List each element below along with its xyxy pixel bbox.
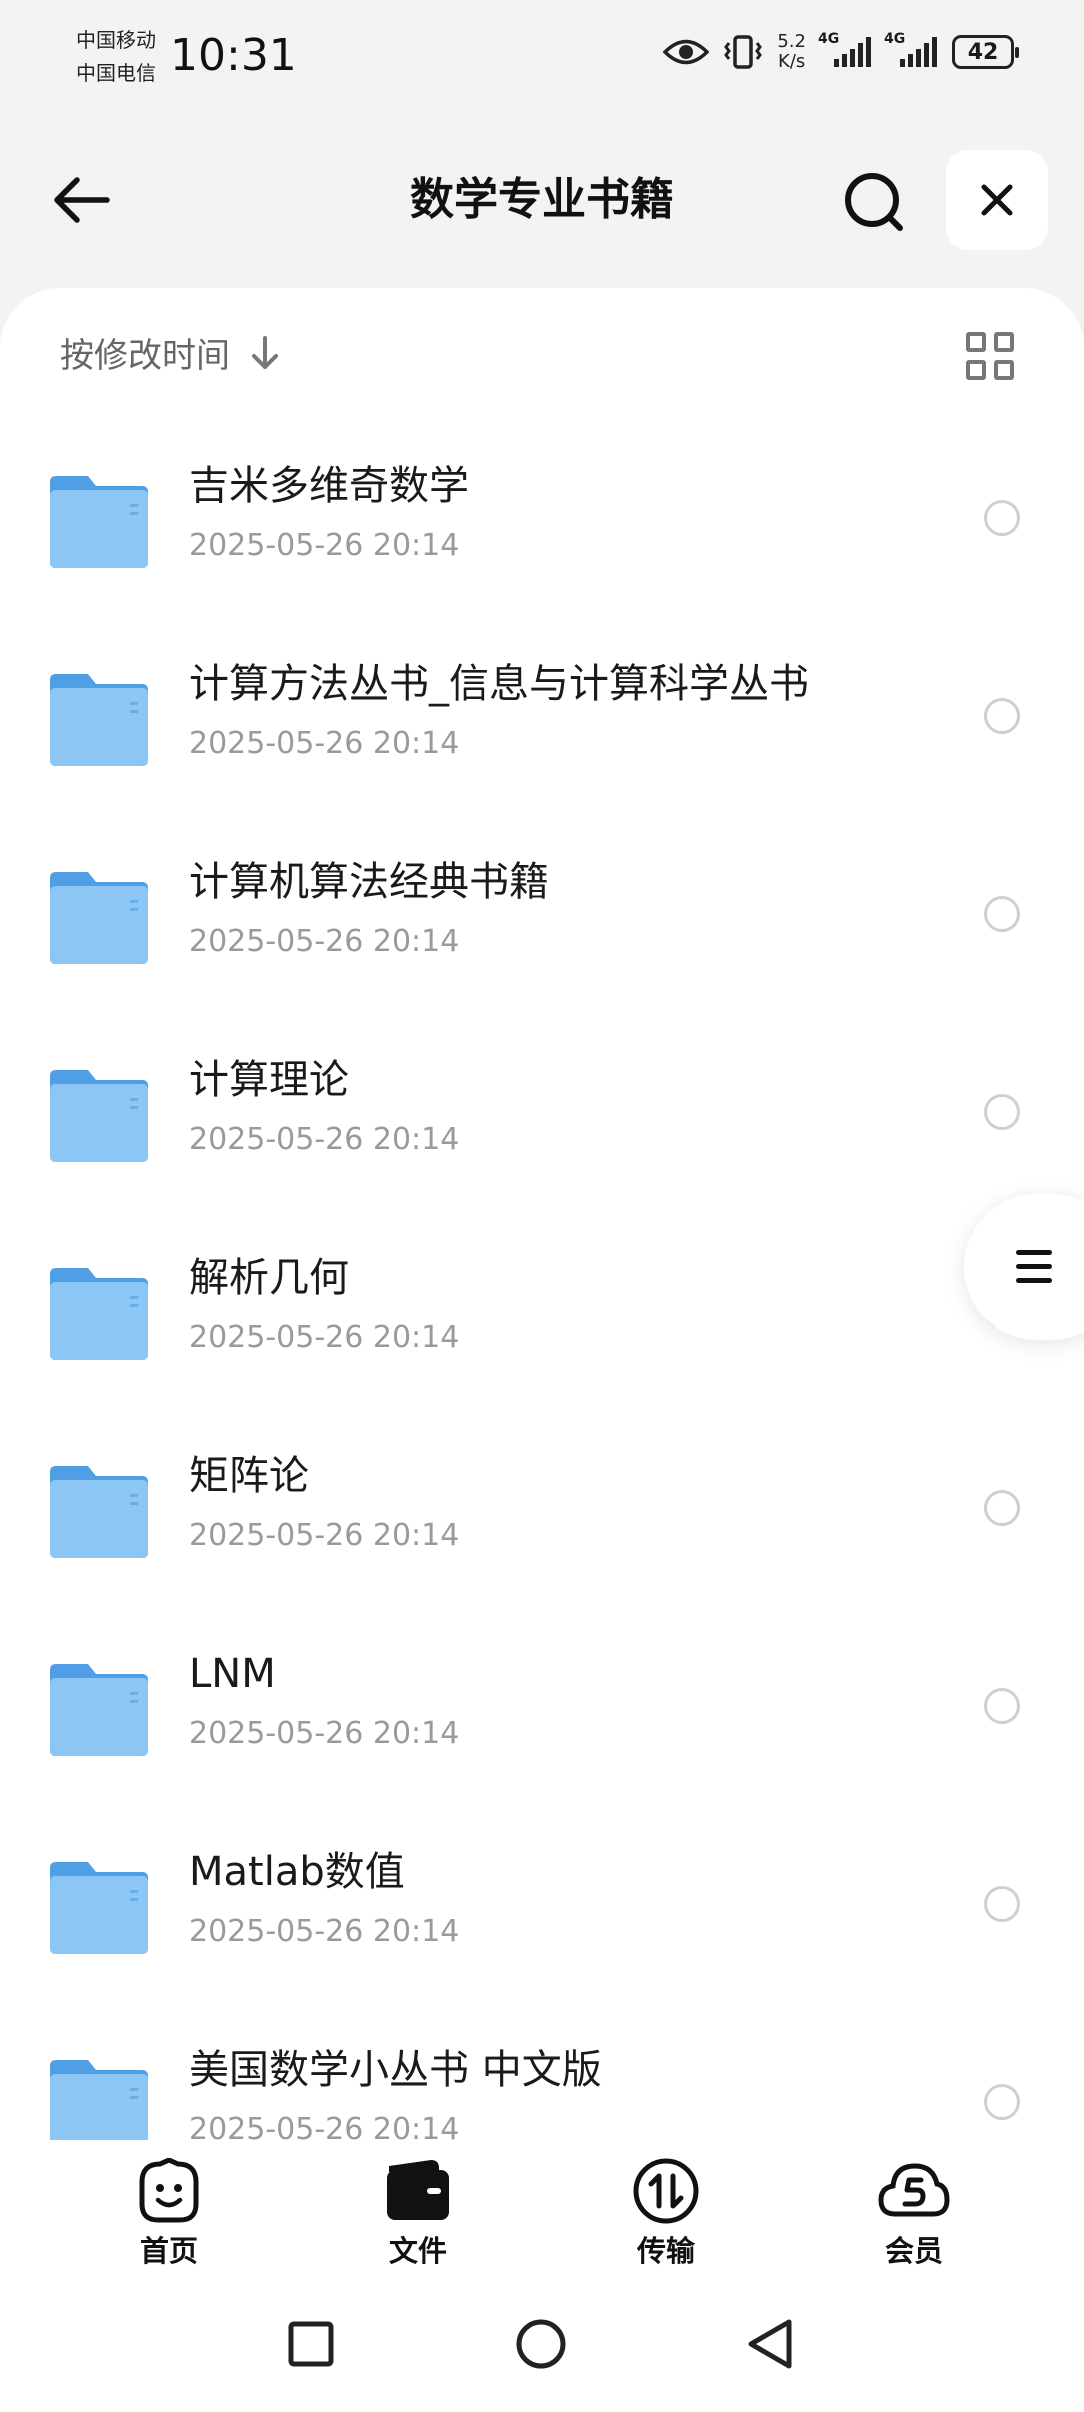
file-name: 计算方法丛书_信息与计算科学丛书 (189, 661, 809, 707)
menu-icon (1016, 1250, 1052, 1292)
search-icon (845, 173, 903, 231)
carrier-2: 中国电信 (76, 61, 156, 85)
close-icon (981, 184, 1013, 216)
status-time: 10:31 (170, 30, 297, 81)
smile-face-icon (139, 2158, 199, 2223)
arrow-down-icon (252, 335, 278, 369)
back-icon[interactable] (745, 2316, 795, 2372)
select-radio[interactable] (984, 1886, 1020, 1922)
file-date: 2025-05-26 20:14 (189, 1518, 460, 1553)
select-radio[interactable] (984, 896, 1020, 932)
transfer-icon (633, 2158, 699, 2224)
cloud-vip-icon (878, 2163, 950, 2217)
folder-icon (50, 1466, 148, 1558)
list-item[interactable]: 计算方法丛书_信息与计算科学丛书 2025-05-26 20:14 (0, 616, 1084, 814)
battery-icon: 42 (952, 35, 1019, 69)
sort-label: 按修改时间 (60, 336, 230, 376)
signal-1-label: 4G (818, 31, 840, 47)
close-button[interactable] (946, 150, 1048, 250)
nav-label: 会员 (884, 2234, 943, 2268)
system-nav-bar (0, 2280, 1084, 2412)
carrier-info: 中国移动 中国电信 (76, 24, 156, 90)
file-name: 矩阵论 (189, 1453, 309, 1499)
select-radio[interactable] (984, 1490, 1020, 1526)
list-item[interactable]: 解析几何 2025-05-26 20:14 (0, 1210, 1084, 1408)
select-radio[interactable] (984, 1688, 1020, 1724)
file-date: 2025-05-26 20:14 (189, 1122, 460, 1157)
file-browser-panel: 按修改时间 吉米多维奇数学 2025-05-26 20:14 计算方法丛书_信息… (0, 288, 1084, 2148)
file-name: Matlab数值 (189, 1849, 405, 1895)
list-item[interactable]: Matlab数值 2025-05-26 20:14 (0, 1804, 1084, 2002)
nav-label: 文件 (388, 2234, 447, 2268)
select-radio[interactable] (984, 500, 1020, 536)
file-name: 计算理论 (189, 1057, 349, 1103)
file-date: 2025-05-26 20:14 (189, 726, 460, 761)
bottom-nav: 首页 文件 传输 会员 (0, 2140, 1084, 2280)
list-item[interactable]: 计算理论 2025-05-26 20:14 (0, 1012, 1084, 1210)
nav-vip[interactable]: 会员 (849, 2158, 979, 2270)
file-date: 2025-05-26 20:14 (189, 1716, 460, 1751)
folder-icon (50, 872, 148, 964)
select-radio[interactable] (984, 2084, 1020, 2120)
folder-icon (50, 1664, 148, 1756)
search-button[interactable] (838, 166, 910, 238)
file-name: LNM (189, 1651, 276, 1697)
signal-2-icon: 4G (884, 31, 938, 67)
nav-files[interactable]: 文件 (353, 2158, 483, 2270)
network-speed: 5.2 K/s (777, 32, 806, 72)
signal-2-label: 4G (884, 31, 906, 47)
select-radio[interactable] (984, 1094, 1020, 1130)
header: 数学专业书籍 (0, 140, 1084, 260)
folder-icon (50, 1862, 148, 1954)
speed-unit: K/s (778, 51, 806, 72)
nav-label: 传输 (636, 2234, 695, 2268)
folder-icon (50, 476, 148, 568)
list-item[interactable]: 美国数学小丛书 中文版 2025-05-26 20:14 (0, 2002, 1084, 2148)
list-item[interactable]: 吉米多维奇数学 2025-05-26 20:14 (0, 418, 1084, 616)
select-radio[interactable] (984, 698, 1020, 734)
status-bar: 中国移动 中国电信 10:31 5.2 K/s 4G 4G 42 (0, 0, 1084, 115)
list-item[interactable]: 矩阵论 2025-05-26 20:14 (0, 1408, 1084, 1606)
vibrate-icon (724, 35, 763, 69)
nav-label: 首页 (139, 2234, 198, 2268)
nav-transfer[interactable]: 传输 (601, 2158, 731, 2270)
list-item[interactable]: LNM 2025-05-26 20:14 (0, 1606, 1084, 1804)
folder-icon (50, 2060, 148, 2148)
file-name: 解析几何 (189, 1255, 349, 1301)
file-name: 吉米多维奇数学 (189, 463, 469, 509)
speed-value: 5.2 (777, 31, 806, 52)
file-date: 2025-05-26 20:14 (189, 528, 460, 563)
file-name: 美国数学小丛书 中文版 (189, 2047, 602, 2093)
file-date: 2025-05-26 20:14 (189, 1320, 460, 1355)
list-item[interactable]: 计算机算法经典书籍 2025-05-26 20:14 (0, 814, 1084, 1012)
carrier-1: 中国移动 (76, 28, 156, 52)
folder-wallet-icon (387, 2160, 449, 2220)
file-date: 2025-05-26 20:14 (189, 1914, 460, 1949)
file-list: 吉米多维奇数学 2025-05-26 20:14 计算方法丛书_信息与计算科学丛… (0, 418, 1084, 2148)
sort-control[interactable]: 按修改时间 (60, 328, 280, 377)
folder-icon (50, 674, 148, 766)
folder-icon (50, 1268, 148, 1360)
grid-view-icon[interactable] (966, 332, 1014, 380)
nav-home[interactable]: 首页 (104, 2158, 234, 2270)
eye-icon (663, 39, 710, 65)
status-icons: 5.2 K/s 4G 4G 42 (663, 31, 1019, 72)
folder-icon (50, 1070, 148, 1162)
signal-1-icon: 4G (818, 31, 872, 67)
recent-apps-icon[interactable] (287, 2320, 335, 2368)
page-title: 数学专业书籍 (410, 174, 674, 225)
file-name: 计算机算法经典书籍 (189, 859, 549, 905)
home-icon[interactable] (515, 2318, 567, 2370)
file-date: 2025-05-26 20:14 (189, 924, 460, 959)
